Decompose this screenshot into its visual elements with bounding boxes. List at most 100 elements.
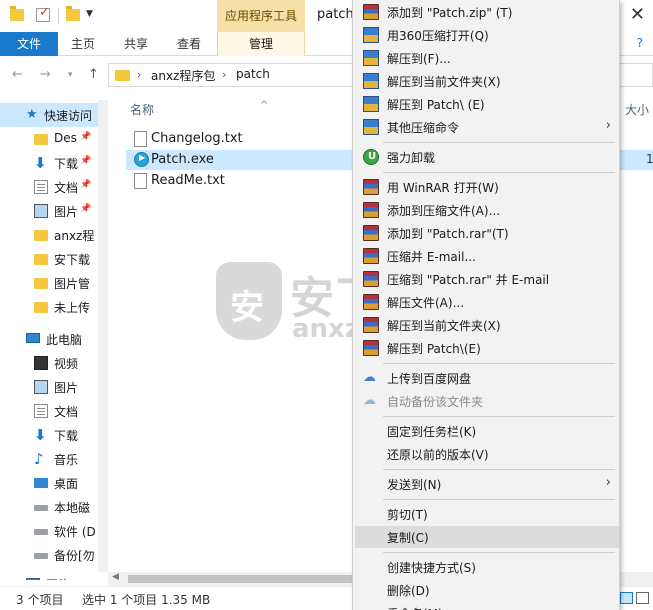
nav-item-anxiazai-folder[interactable]: 安下载 (0, 247, 108, 271)
menu-item[interactable]: ☁ 上传到百度网盘 (355, 367, 619, 389)
nav-item-pictures[interactable]: 图片 (0, 375, 108, 399)
menu-item[interactable]: 剪切(T) (355, 503, 619, 525)
nav-item-pictures-pinned[interactable]: 图片 📌 (0, 199, 108, 223)
disk-icon (34, 553, 48, 559)
network-icon (26, 578, 40, 580)
text-file-icon (134, 173, 147, 189)
nav-item-not-uploaded-folder[interactable]: 未上传 (0, 295, 108, 319)
360zip-icon (363, 119, 379, 135)
tab-home[interactable]: 主页 (58, 32, 108, 56)
pin-icon[interactable]: 📌 (80, 180, 91, 190)
tab-file[interactable]: 文件 (0, 32, 58, 56)
breadcrumb-patch[interactable]: patch (236, 67, 270, 81)
up-arrow-icon[interactable]: ↑ (88, 67, 99, 82)
nav-item-music[interactable]: ♪ 音乐 (0, 447, 108, 471)
desktop-icon (34, 478, 48, 488)
menu-item[interactable]: 解压到(F)... (355, 47, 619, 69)
menu-item[interactable]: 解压文件(A)... (355, 291, 619, 313)
picture-icon (34, 380, 48, 394)
properties-check-icon[interactable] (36, 5, 50, 22)
pin-icon[interactable]: 📌 (80, 204, 91, 214)
scrollbar-thumb[interactable] (128, 575, 354, 583)
details-view-icon[interactable] (620, 592, 633, 604)
menu-item[interactable]: 还原以前的版本(V) (355, 443, 619, 465)
computer-icon (26, 333, 40, 343)
pin-icon[interactable]: 📌 (80, 132, 91, 142)
nav-label: 图片管 (54, 277, 91, 291)
nav-item-anxz-folder[interactable]: anxz程 (0, 223, 108, 247)
nav-item-network[interactable]: 网络 (0, 572, 108, 580)
menu-item[interactable]: 添加到压缩文件(A)... (355, 199, 619, 221)
menu-item[interactable]: 重命名(M) (355, 602, 619, 610)
back-arrow-icon[interactable]: ← (12, 67, 23, 82)
pin-icon[interactable]: 📌 (80, 156, 91, 166)
nav-item-this-pc[interactable]: 此电脑 (0, 327, 108, 351)
navigation-pane: ★ 快速访问 Des 📌 ⬇ 下载 📌 文档 📌 图片 📌 anxz程 安下载 … (0, 100, 108, 580)
tab-view[interactable]: 查看 (164, 32, 214, 56)
folder-icon (115, 70, 130, 81)
menu-item[interactable]: 用 WinRAR 打开(W) (355, 176, 619, 198)
nav-item-documents-pinned[interactable]: 文档 📌 (0, 175, 108, 199)
menu-item[interactable]: 解压到 Patch\ (E) (355, 93, 619, 115)
menu-item[interactable]: 发送到(N) › (355, 473, 619, 495)
file-name: ReadMe.txt (151, 173, 225, 188)
menu-item[interactable]: 用360压缩打开(Q) (355, 24, 619, 46)
new-folder-icon[interactable] (66, 6, 80, 21)
menu-item-label: 创建快捷方式(S) (387, 561, 476, 575)
360zip-icon (363, 50, 379, 66)
menu-item[interactable]: 复制(C) (355, 526, 619, 548)
menu-item[interactable]: 解压到当前文件夹(X) (355, 314, 619, 336)
scroll-left-icon[interactable]: ◀ (112, 572, 119, 582)
column-header-size[interactable]: 大小 (625, 101, 649, 118)
tab-share[interactable]: 共享 (111, 32, 161, 56)
menu-item: ☁ 自动备份该文件夹 (355, 390, 619, 412)
breadcrumb-anxz[interactable]: anxz程序包 (151, 67, 215, 84)
item-count: 3 个项目 (16, 593, 64, 607)
menu-item[interactable]: 创建快捷方式(S) (355, 556, 619, 578)
help-icon[interactable]: ? (637, 36, 643, 50)
nav-item-downloads[interactable]: ⬇ 下载 (0, 423, 108, 447)
menu-item[interactable]: 删除(D) (355, 579, 619, 601)
menu-item[interactable]: 解压到当前文件夹(X) (355, 70, 619, 92)
nav-item-software-disk[interactable]: 软件 (D (0, 519, 108, 543)
menu-item[interactable]: 解压到 Patch\(E) (355, 337, 619, 359)
nav-item-desktop-pinned[interactable]: Des 📌 (0, 127, 108, 151)
breadcrumb-chevron-icon[interactable]: › (222, 68, 226, 81)
menu-item[interactable]: 固定到任务栏(K) (355, 420, 619, 442)
nav-item-picture-manager-folder[interactable]: 图片管 (0, 271, 108, 295)
tab-manage[interactable]: 管理 (217, 32, 305, 56)
uninstall-icon (363, 149, 379, 165)
winrar-icon (363, 271, 379, 287)
app-tools-context-title: 应用程序工具 (217, 0, 305, 32)
winrar-icon (363, 340, 379, 356)
menu-item[interactable]: 压缩并 E-mail... (355, 245, 619, 267)
submenu-chevron-icon: › (605, 475, 611, 490)
menu-item[interactable]: 其他压缩命令 › (355, 116, 619, 138)
nav-pane-scrollbar[interactable] (98, 100, 108, 572)
menu-item[interactable]: 强力卸载 (355, 146, 619, 168)
menu-separator (383, 172, 615, 173)
nav-label: 视频 (54, 357, 79, 371)
menu-separator (383, 469, 615, 470)
nav-item-quick-access[interactable]: ★ 快速访问 (0, 103, 108, 127)
quick-access-dropdown-icon[interactable]: ▼ (86, 9, 93, 19)
nav-item-documents[interactable]: 文档 (0, 399, 108, 423)
folder-icon[interactable] (10, 6, 24, 21)
menu-item[interactable]: 压缩到 "Patch.rar" 并 E-mail (355, 268, 619, 290)
menu-item[interactable]: 添加到 "Patch.zip" (T) (355, 1, 619, 23)
nav-item-backup-disk[interactable]: 备份[勿 (0, 543, 108, 567)
nav-item-videos[interactable]: 视频 (0, 351, 108, 375)
large-icons-view-icon[interactable] (636, 592, 649, 604)
menu-item-label: 解压到当前文件夹(X) (387, 319, 501, 333)
breadcrumb-chevron-icon[interactable]: › (137, 68, 141, 81)
nav-item-downloads-pinned[interactable]: ⬇ 下载 📌 (0, 151, 108, 175)
nav-item-local-disk[interactable]: 本地磁 (0, 495, 108, 519)
forward-arrow-icon[interactable]: → (40, 67, 51, 82)
column-header-name[interactable]: 名称 ^ (130, 100, 268, 118)
recent-locations-chevron-icon[interactable]: ▾ (68, 70, 73, 80)
nav-item-desktop[interactable]: 桌面 (0, 471, 108, 495)
menu-item[interactable]: 添加到 "Patch.rar"(T) (355, 222, 619, 244)
360zip-icon (363, 27, 379, 43)
close-window-button[interactable]: ✕ (630, 4, 645, 25)
nav-label: 图片 (54, 381, 79, 395)
